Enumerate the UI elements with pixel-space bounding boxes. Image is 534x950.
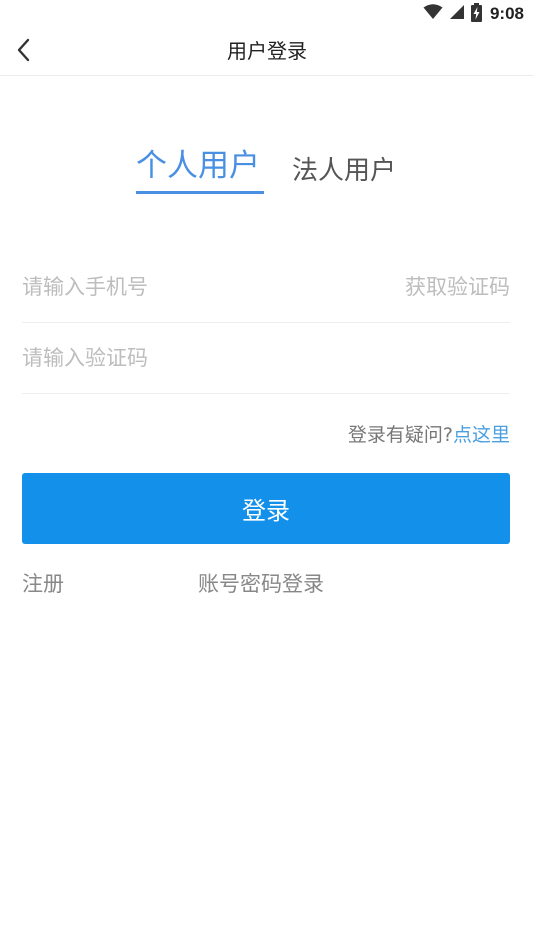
cellular-signal-icon [449,4,465,24]
code-field-row [22,323,510,394]
wifi-icon [423,4,443,24]
password-login-link[interactable]: 账号密码登录 [198,568,324,598]
title-bar: 用户登录 [0,28,534,76]
tab-personal-user[interactable]: 个人用户 [136,140,260,193]
tab-legal-user[interactable]: 法人用户 [292,150,396,187]
login-help-text: 登录有疑问? [347,424,453,446]
login-help: 登录有疑问?点这里 [348,420,510,447]
login-help-link[interactable]: 点这里 [453,424,510,446]
register-link[interactable]: 注册 [22,568,64,598]
verification-code-input[interactable] [22,323,510,393]
login-button[interactable]: 登录 [22,473,510,544]
get-code-button[interactable]: 获取验证码 [405,252,510,322]
user-type-tabs: 个人用户 法人用户 [0,140,534,200]
page-title: 用户登录 [227,39,307,63]
status-bar: 9:08 [0,0,534,28]
active-tab-underline [136,191,264,194]
status-icons: 9:08 [423,2,524,26]
status-time: 9:08 [489,4,524,23]
phone-field-row: 获取验证码 [22,252,510,323]
phone-input[interactable] [22,252,382,322]
battery-charging-icon [470,2,482,26]
